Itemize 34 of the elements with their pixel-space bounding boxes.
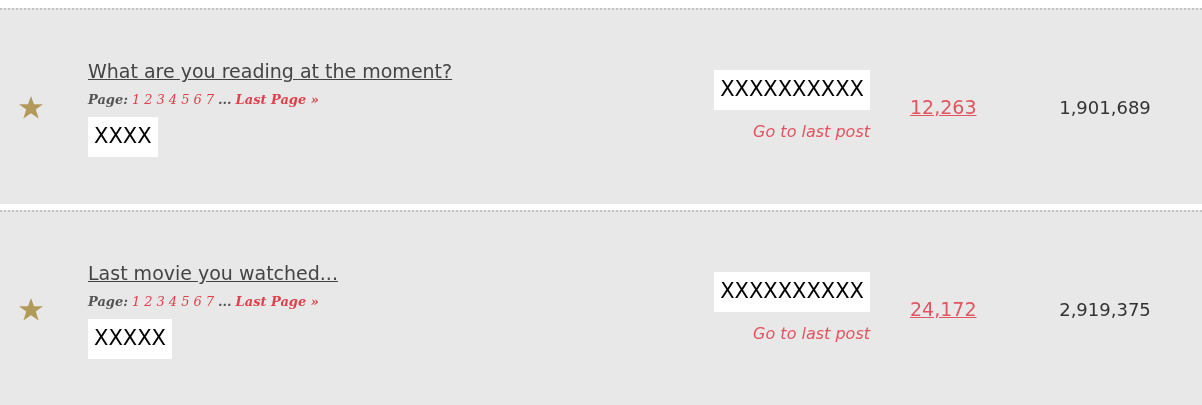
page-link[interactable]: 2 (144, 89, 153, 110)
views-count: 1,901,689 (1059, 96, 1151, 118)
last-page-link[interactable]: Last Page » (235, 89, 319, 110)
author-name: XXXX (88, 117, 158, 157)
page-link[interactable]: 5 (181, 89, 190, 110)
page-link[interactable]: 6 (193, 291, 202, 312)
last-poster-name: XXXXXXXXXX (714, 272, 870, 312)
last-post-link[interactable]: Go to last post (753, 119, 870, 144)
last-page-link[interactable]: Last Page » (235, 291, 319, 312)
views-count: 2,919,375 (1059, 298, 1151, 320)
page-label: Page: (88, 292, 128, 311)
ellipsis: ... (218, 292, 232, 311)
page-link[interactable]: 1 (132, 291, 141, 312)
star-icon (19, 297, 43, 321)
page-link[interactable]: 4 (168, 291, 178, 312)
page-link[interactable]: 7 (205, 291, 214, 312)
star-icon (19, 95, 43, 119)
page-link[interactable]: 3 (156, 291, 165, 312)
page-link[interactable]: 3 (156, 89, 165, 110)
page-link[interactable]: 6 (193, 89, 202, 110)
last-poster-name: XXXXXXXXXX (714, 70, 870, 110)
replies-count[interactable]: 24,172 (910, 297, 977, 320)
page-link[interactable]: 5 (181, 291, 190, 312)
thread-title-link[interactable]: What are you reading at the moment? (88, 60, 453, 83)
page-link[interactable]: 4 (168, 89, 178, 110)
page-link[interactable]: 1 (132, 89, 141, 110)
ellipsis: ... (218, 90, 232, 109)
replies-count[interactable]: 12,263 (910, 95, 977, 118)
page-label: Page: (88, 90, 128, 109)
page-link[interactable]: 7 (205, 89, 214, 110)
last-post-link[interactable]: Go to last post (753, 321, 870, 346)
author-name: XXXXX (88, 319, 172, 359)
thread-title-link[interactable]: Last movie you watched... (88, 262, 338, 285)
page-link[interactable]: 2 (144, 291, 153, 312)
